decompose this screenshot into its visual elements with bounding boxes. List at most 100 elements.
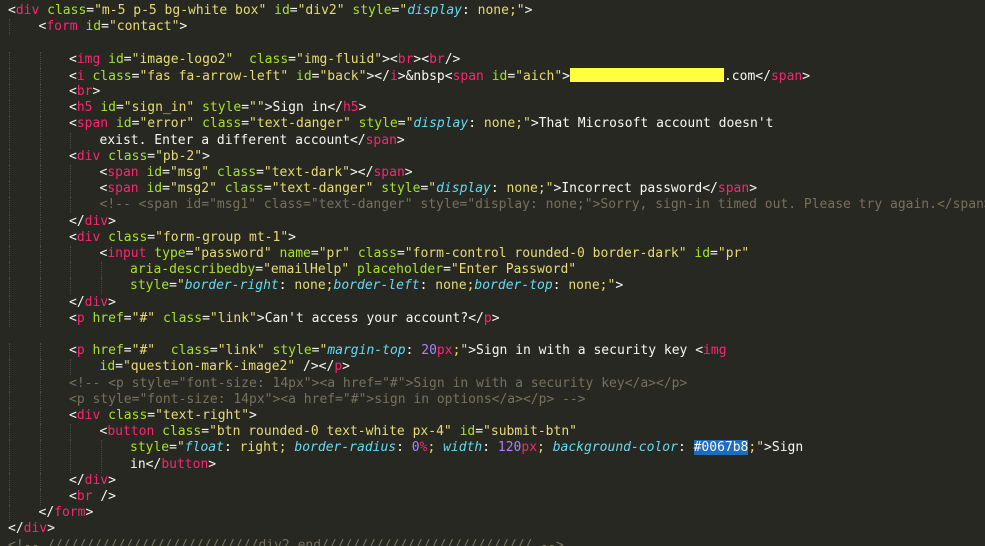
indent-guide: [39, 197, 41, 214]
indent-guide: [9, 19, 10, 36]
indent-guide: [9, 343, 10, 360]
code-line[interactable]: id="question-mark-image2" /></p>: [0, 359, 985, 376]
indent-guide: [9, 246, 10, 262]
code-line[interactable]: exist. Enter a different account</span>: [0, 132, 985, 149]
indent-guide: [39, 278, 41, 295]
code-line[interactable]: [0, 327, 985, 343]
indent-guide: [70, 440, 71, 457]
code-line[interactable]: <span id="msg" class="text-dark"></span>: [0, 165, 985, 181]
indent-guide: [100, 440, 102, 457]
indent-guide: [100, 278, 102, 295]
code-line[interactable]: <div class="form-group mt-1">: [0, 229, 985, 246]
code-text: <div class="form-group mt-1">: [69, 229, 296, 245]
code-line[interactable]: <div class="m-5 p-5 bg-white box" id="di…: [0, 3, 985, 19]
indent-guide: [9, 262, 10, 279]
indent-guide: [39, 294, 41, 311]
indent-guide: [39, 213, 41, 230]
code-line[interactable]: <h5 id="sign_in" style="">Sign in</h5>: [0, 100, 985, 117]
indent-guide: [39, 229, 41, 246]
code-line[interactable]: <br>: [0, 84, 985, 100]
code-line[interactable]: </div>: [0, 213, 985, 230]
indent-guide: [9, 472, 10, 489]
indent-guide: [39, 424, 41, 441]
code-line[interactable]: <i class="fas fa-arrow-left" id="back"><…: [0, 67, 985, 84]
code-text: </div>: [69, 472, 116, 488]
indent-guide: [9, 165, 10, 181]
code-line[interactable]: <!-- <p style="font-size: 14px"><a href=…: [0, 375, 985, 392]
indent-guide: [9, 132, 10, 149]
code-line[interactable]: </div>: [0, 472, 985, 489]
indent-guide: [9, 213, 10, 230]
code-text: style="float: right; border-radius: 0%; …: [130, 440, 804, 456]
indent-guide: [39, 51, 41, 68]
code-line[interactable]: </form>: [0, 505, 985, 522]
code-text: <i class="fas fa-arrow-left" id="back"><…: [69, 67, 811, 84]
indent-guide: [9, 505, 10, 522]
code-line[interactable]: <img id="image-logo2" class="img-fluid">…: [0, 51, 985, 68]
code-text: <button class="btn rounded-0 text-white …: [99, 424, 577, 440]
code-line[interactable]: <span id="error" class="text-danger" sty…: [0, 116, 985, 133]
code-text: </div>: [8, 521, 55, 537]
indent-guide: [39, 165, 41, 181]
code-text: <!-- <span id="msg1" class="text-danger"…: [99, 197, 985, 213]
indent-guide: [9, 116, 10, 133]
indent-guide: [70, 262, 71, 279]
code-line[interactable]: <p href="#" class="link">Can't access yo…: [0, 310, 985, 327]
code-text: </div>: [69, 213, 116, 229]
code-line[interactable]: style="float: right; border-radius: 0%; …: [0, 440, 985, 457]
indent-guide: [9, 67, 10, 84]
code-text: </form>: [38, 505, 94, 521]
code-line[interactable]: style="border-right: none;border-left: n…: [0, 278, 985, 295]
indent-guide: [70, 424, 71, 441]
indent-guide: [9, 148, 10, 165]
indent-guide: [39, 375, 41, 392]
code-line[interactable]: <p style="font-size: 14px"><a href="#">s…: [0, 391, 985, 408]
code-text: in</button>: [130, 456, 217, 472]
indent-guide: [70, 132, 71, 149]
indent-guide: [39, 343, 41, 360]
code-text: id="question-mark-image2" /></p>: [99, 359, 350, 375]
code-line[interactable]: </div>: [0, 521, 985, 537]
indent-guide: [9, 359, 10, 376]
code-text: <img id="image-logo2" class="img-fluid">…: [69, 51, 461, 67]
code-line[interactable]: [0, 35, 985, 51]
code-text: <input type="password" name="pr" class="…: [99, 246, 750, 261]
indent-guide: [70, 456, 71, 473]
indent-guide: [39, 262, 41, 279]
code-text: <div class="m-5 p-5 bg-white box" id="di…: [8, 3, 533, 18]
indent-guide: [100, 456, 102, 473]
redacted-email: [569, 67, 724, 82]
code-line[interactable]: <form id="contact">: [0, 19, 985, 36]
indent-guide: [9, 197, 10, 214]
code-line[interactable]: in</button>: [0, 456, 985, 473]
indent-guide: [9, 84, 10, 100]
code-line[interactable]: <div class="pb-2">: [0, 148, 985, 165]
code-line[interactable]: <br />: [0, 489, 985, 505]
code-text: <!-- ///////////////////////////div2 end…: [8, 537, 564, 546]
indent-guide: [70, 165, 71, 181]
code-line[interactable]: <div class="text-right">: [0, 408, 985, 424]
indent-guide: [39, 310, 41, 327]
code-line[interactable]: </div>: [0, 294, 985, 311]
code-text: <br />: [69, 489, 116, 504]
code-text: <p href="#" class="link">Can't access yo…: [69, 310, 500, 326]
indent-guide: [70, 278, 71, 295]
code-line[interactable]: <!-- <span id="msg1" class="text-danger"…: [0, 197, 985, 214]
indent-guide: [39, 67, 41, 84]
code-line[interactable]: <p href="#" class="link" style="margin-t…: [0, 343, 985, 360]
indent-guide: [70, 197, 71, 214]
code-text: <span id="msg2" class="text-danger" styl…: [99, 181, 758, 197]
code-editor[interactable]: <div class="m-5 p-5 bg-white box" id="di…: [0, 0, 985, 546]
indent-guide: [9, 229, 10, 246]
indent-guide: [9, 456, 10, 473]
code-line[interactable]: <span id="msg2" class="text-danger" styl…: [0, 181, 985, 198]
indent-guide: [39, 100, 41, 117]
code-text: <br>: [69, 84, 101, 99]
code-line[interactable]: <button class="btn rounded-0 text-white …: [0, 424, 985, 441]
code-line[interactable]: <input type="password" name="pr" class="…: [0, 246, 985, 262]
indent-guide: [70, 181, 71, 198]
indent-guide: [39, 84, 41, 100]
code-line[interactable]: aria-describedby="emailHelp" placeholder…: [0, 262, 985, 279]
code-text: <div class="pb-2">: [69, 148, 210, 164]
code-line[interactable]: <!-- ///////////////////////////div2 end…: [0, 538, 985, 546]
